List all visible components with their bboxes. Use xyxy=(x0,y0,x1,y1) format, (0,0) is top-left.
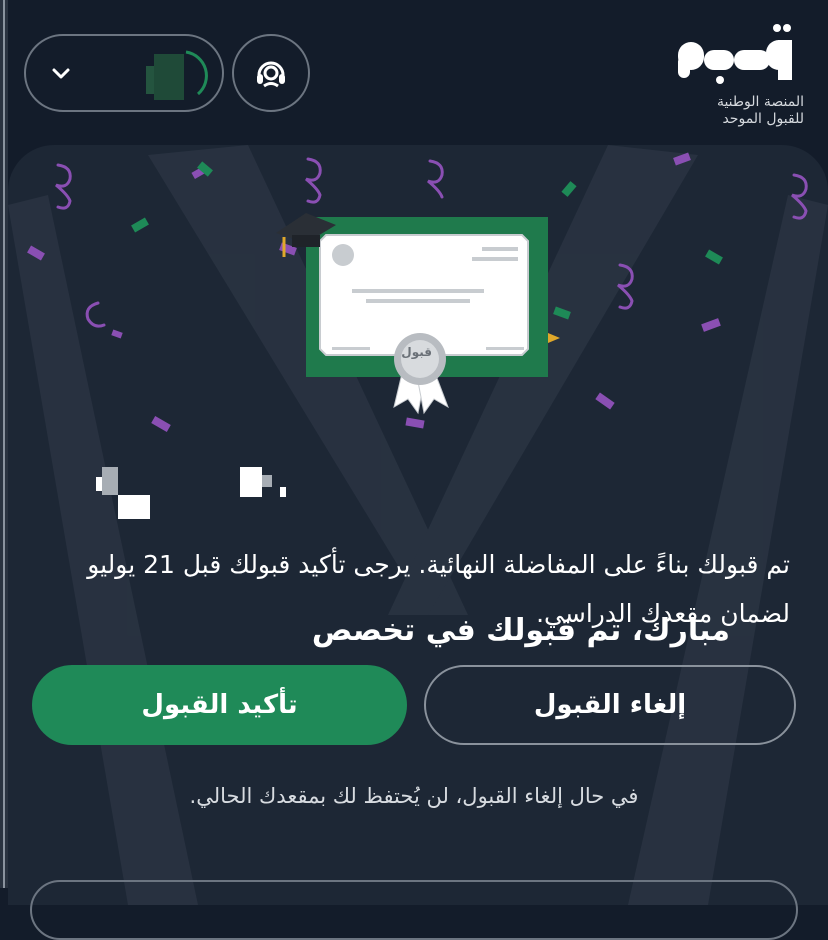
certificate-illustration xyxy=(276,213,548,415)
seal-text: قبول xyxy=(401,345,432,359)
brand-logo-block: المنصة الوطنية للقبول الموحد xyxy=(644,22,804,132)
confirm-acceptance-button[interactable]: تأكيد القبول xyxy=(32,665,407,745)
brand-tagline-2: للقبول الموحد xyxy=(722,111,804,127)
chevron-down-icon xyxy=(52,68,70,79)
avatar xyxy=(146,48,216,100)
scrollbar[interactable] xyxy=(0,0,8,888)
cancel-acceptance-button[interactable]: إلغاء القبول xyxy=(424,665,796,745)
cancel-warning-note: في حال إلغاء القبول، لن يُحتفظ لك بمقعدك… xyxy=(189,784,639,808)
headset-icon xyxy=(257,61,285,88)
support-button[interactable] xyxy=(232,34,310,112)
qubool-logo-icon xyxy=(678,24,792,84)
partial-bottom-button[interactable] xyxy=(30,880,798,940)
brand-tagline-1: المنصة الوطنية xyxy=(716,94,804,110)
acceptance-message: تم قبولك بناءً على المفاضلة النهائية. ير… xyxy=(87,550,790,628)
user-menu-button[interactable] xyxy=(24,34,224,112)
